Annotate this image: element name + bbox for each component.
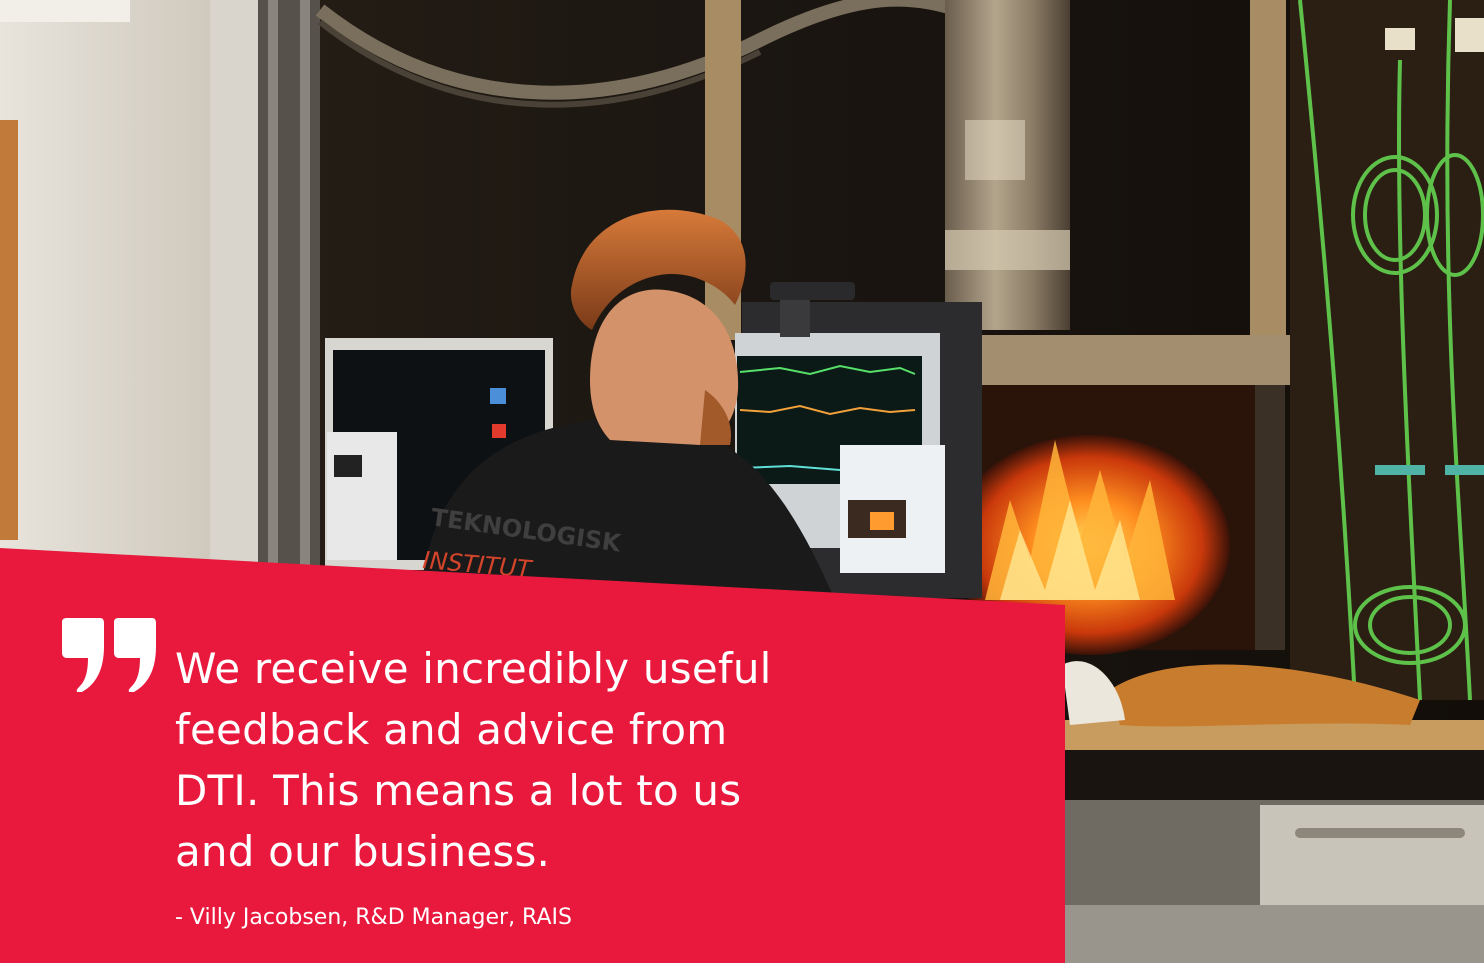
- testimonial-attribution: - Villy Jacobsen, R&D Manager, RAIS: [175, 905, 572, 930]
- quote-line-4: and our business.: [175, 827, 551, 876]
- quote-line-1: We receive incredibly useful: [175, 644, 772, 693]
- testimonial-quote: We receive incredibly useful feedback an…: [175, 638, 895, 882]
- testimonial-banner: TEKNOLOGISK INSTITUT We receive incredib…: [0, 0, 1484, 963]
- quote-line-3: DTI. This means a lot to us: [175, 766, 742, 815]
- quote-line-2: feedback and advice from: [175, 705, 728, 754]
- closing-quote-icon: [62, 618, 156, 692]
